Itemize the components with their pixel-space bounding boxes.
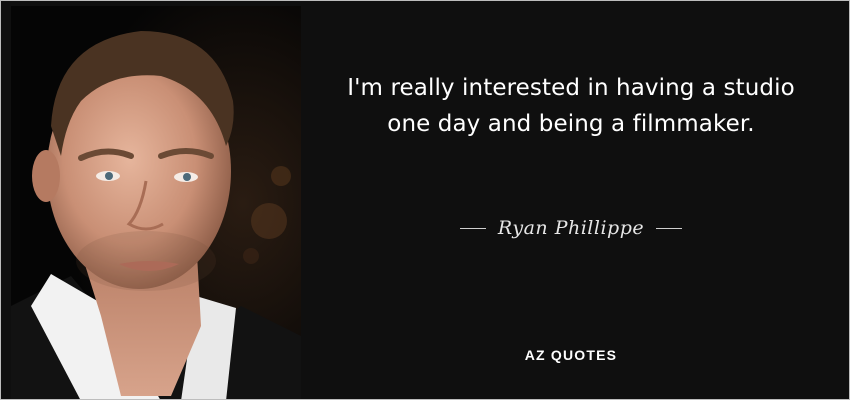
right-dash-divider <box>656 227 683 229</box>
quote-text: I'm really interested in having a studio… <box>347 75 795 137</box>
azquotes-logo: AZ QUOTES <box>524 347 618 363</box>
author-attribution: Ryan Phillippe <box>331 213 811 243</box>
author-portrait <box>11 6 301 399</box>
author-name[interactable]: Ryan Phillippe <box>498 217 644 239</box>
quote-card: I'm really interested in having a studio… <box>0 0 850 400</box>
quote-block: I'm really interested in having a studio… <box>331 71 811 142</box>
left-dash-divider <box>459 227 486 229</box>
portrait-image <box>11 6 301 399</box>
